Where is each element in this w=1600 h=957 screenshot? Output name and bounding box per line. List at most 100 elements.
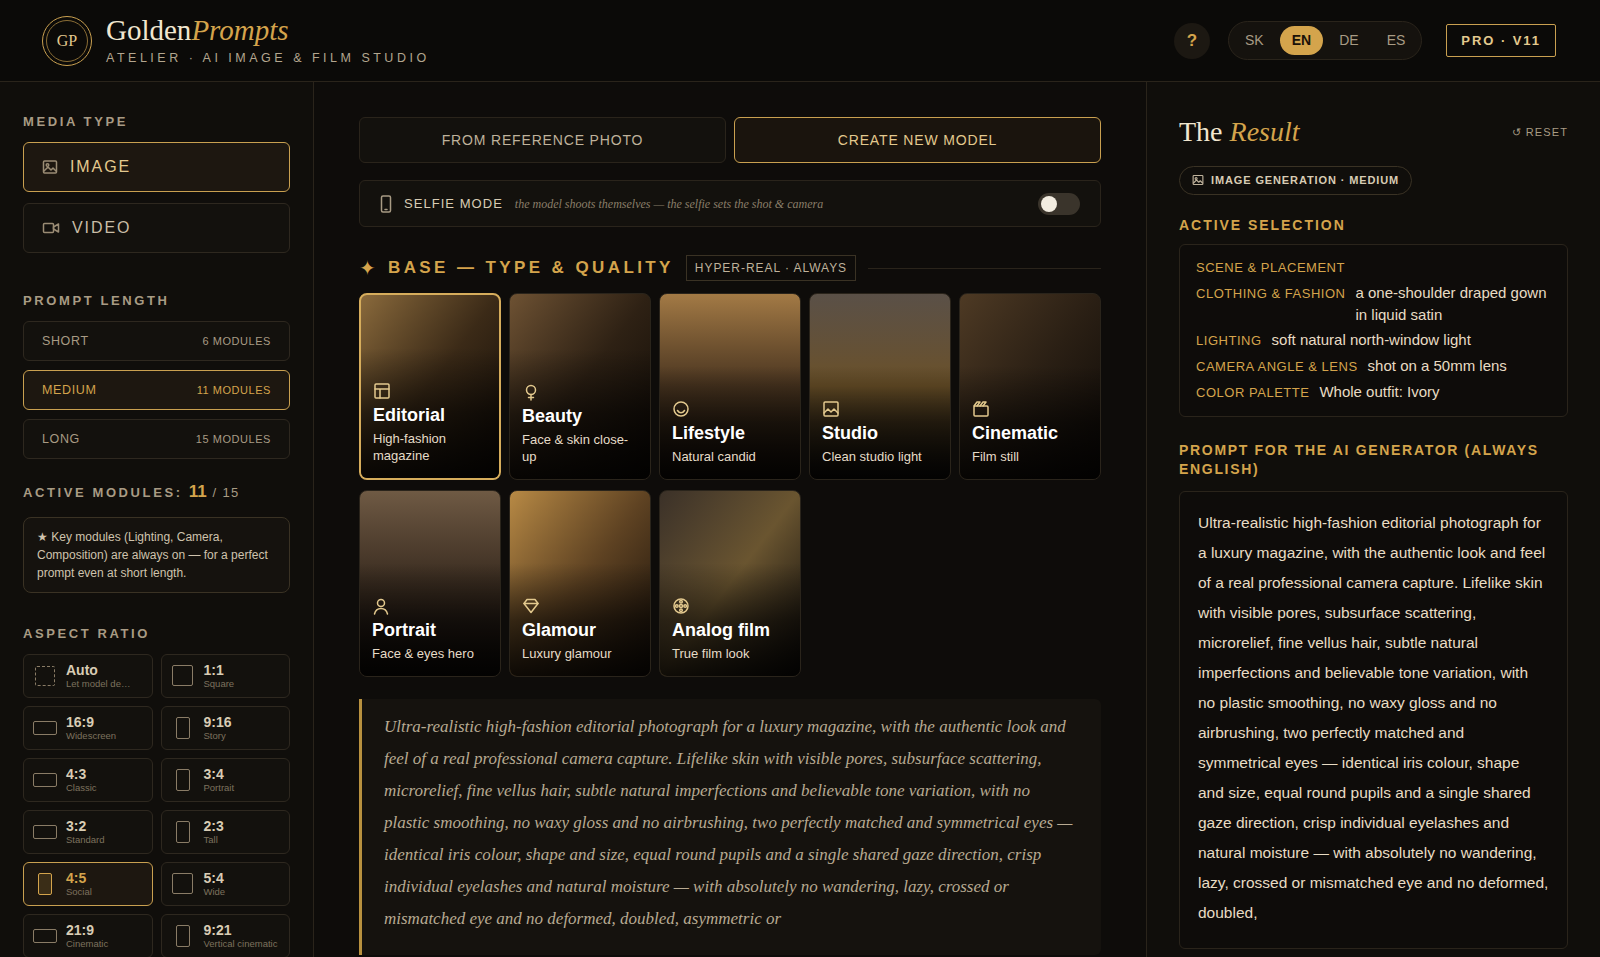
ratio-grid: AutoLet model de…1:1Square 16:9 Widescreen… <box>23 654 290 957</box>
ratio-caption: Story <box>204 731 232 741</box>
style-card[interactable]: LifestyleNatural candid <box>659 293 801 480</box>
result-badge-text: IMAGE GENERATION · MEDIUM <box>1211 172 1399 189</box>
ratio-text: 3:4Portrait <box>204 767 235 793</box>
style-card[interactable]: GlamourLuxury glamour <box>509 490 651 677</box>
section-title: MEDIA TYPE <box>23 115 290 128</box>
result-panel: The Result↺ RESET IMAGE GENERATION · MEDI… <box>1146 82 1600 957</box>
selection-label: COLOR PALETTE <box>1196 382 1309 404</box>
ratio-option[interactable]: AutoLet model de… <box>23 654 153 698</box>
selfie-toggle[interactable] <box>1038 193 1080 215</box>
style-card[interactable]: CinematicFilm still <box>959 293 1101 480</box>
ratio-option[interactable]: 3:2Standard <box>23 810 153 854</box>
style-subtitle: Clean studio light <box>822 448 938 465</box>
ratio-caption: Wide <box>204 887 226 897</box>
style-card-label: CinematicFilm still <box>960 366 1100 479</box>
ratio-value: 4:5 <box>66 871 92 885</box>
language-option[interactable]: EN <box>1280 26 1323 55</box>
brand-main: Golden <box>106 14 191 46</box>
ratio-shape-icon <box>176 769 190 791</box>
selection-value: a one-shoulder draped gown in liquid sat… <box>1356 282 1552 326</box>
ratio-option[interactable]: 5:4Wide <box>161 862 291 906</box>
selection-row: SCENE & PLACEMENT <box>1196 257 1551 279</box>
active-modules-count: 11 <box>189 479 207 505</box>
ratio-icon <box>170 664 196 688</box>
style-card-label: EditorialHigh-fashion magazine <box>361 348 499 478</box>
language-option[interactable]: SK <box>1233 26 1276 55</box>
mode-tab[interactable]: CREATE NEW MODEL <box>734 117 1101 163</box>
style-subtitle: High-fashion magazine <box>373 430 487 464</box>
ratio-caption: Standard <box>66 835 105 845</box>
length-option[interactable]: LONG15 MODULES <box>23 419 290 459</box>
ratio-caption: Social <box>66 887 92 897</box>
style-card[interactable]: PortraitFace & eyes hero <box>359 490 501 677</box>
style-title: Analog film <box>672 619 788 641</box>
selection-box: SCENE & PLACEMENT CLOTHING & FASHION a one… <box>1179 244 1568 417</box>
length-option[interactable]: SHORT6 MODULES <box>23 321 290 361</box>
style-card[interactable]: BeautyFace & skin close-up <box>509 293 651 480</box>
ratio-value: 2:3 <box>204 819 224 833</box>
ratio-text: 3:2Standard <box>66 819 105 845</box>
selfie-bar: SELFIE MODEthe model shoots themselves —… <box>359 180 1101 227</box>
length-modules: 15 MODULES <box>196 431 271 448</box>
ratio-option[interactable]: 4:5 Social <box>23 862 153 906</box>
result-title-main: The <box>1179 116 1223 147</box>
media-list: IMAGE VIDEO <box>23 142 290 253</box>
help-button[interactable]: ? <box>1174 23 1210 59</box>
ratio-option[interactable]: 2:3Tall <box>161 810 291 854</box>
style-subtitle: Natural candid <box>672 448 788 465</box>
ratio-option[interactable]: 4:3Classic <box>23 758 153 802</box>
media-option[interactable]: IMAGE <box>23 142 290 192</box>
style-card[interactable]: EditorialHigh-fashion magazine <box>359 293 501 480</box>
ratio-option[interactable]: 3:4Portrait <box>161 758 291 802</box>
style-card[interactable]: StudioClean studio light <box>809 293 951 480</box>
ratio-shape-icon <box>35 666 55 686</box>
ratio-caption: Cinematic <box>66 939 108 949</box>
glamour-icon <box>522 597 638 615</box>
ratio-text: 21:9 Cinematic <box>66 923 108 949</box>
plan-button[interactable]: PRO · V11 <box>1446 24 1556 58</box>
section-title: PROMPT FOR THE AI GENERATOR (ALWAYS ENGL… <box>1179 441 1568 479</box>
mode-tab[interactable]: FROM REFERENCE PHOTO <box>359 117 726 163</box>
section-title: BASE — TYPE & QUALITY <box>388 255 674 281</box>
ratio-shape-icon <box>172 665 193 686</box>
ratio-option[interactable]: 16:9 Widescreen <box>23 706 153 750</box>
selection-label: CLOTHING & FASHION <box>1196 283 1346 305</box>
ratio-shape-icon <box>176 925 190 947</box>
media-option[interactable]: VIDEO <box>23 203 290 253</box>
ratio-shape-icon <box>33 825 57 839</box>
ratio-caption: Classic <box>66 783 97 793</box>
active-modules-label: ACTIVE MODULES: <box>23 483 183 503</box>
ratio-shape-icon <box>172 873 193 894</box>
length-option[interactable]: MEDIUM11 MODULES <box>23 370 290 410</box>
brand-name: GoldenPrompts <box>106 16 430 45</box>
selection-value: shot on a 50mm lens <box>1368 355 1507 377</box>
ratio-option[interactable]: 9:16Story <box>161 706 291 750</box>
ratio-text: 2:3Tall <box>204 819 224 845</box>
generated-prompt: Ultra-realistic high-fashion editorial p… <box>1179 491 1568 949</box>
ratio-caption: Widescreen <box>66 731 116 741</box>
ratio-icon <box>32 820 58 844</box>
ratio-option[interactable]: 21:9 Cinematic <box>23 914 153 957</box>
ratio-value: 16:9 <box>66 715 116 729</box>
style-card[interactable]: Analog filmTrue film look <box>659 490 801 677</box>
reset-button[interactable]: ↺ RESET <box>1512 124 1568 141</box>
analog-icon <box>672 597 788 615</box>
section-title: ACTIVE SELECTION <box>1179 215 1568 236</box>
ratio-text: 9:16Story <box>204 715 232 741</box>
ratio-option[interactable]: 1:1Square <box>161 654 291 698</box>
language-option[interactable]: ES <box>1375 26 1418 55</box>
section-title: ASPECT RATIO <box>23 627 290 640</box>
ratio-icon <box>32 716 58 740</box>
header-actions: ? SKENDEES PRO · V11 <box>1174 21 1556 60</box>
ratio-icon <box>32 664 58 688</box>
ratio-option[interactable]: 9:21Vertical cinematic <box>161 914 291 957</box>
ratio-icon <box>32 924 58 948</box>
ratio-value: 21:9 <box>66 923 108 937</box>
logo-ring: GP <box>46 20 88 62</box>
ratio-shape-icon <box>176 821 190 843</box>
selection-row: CLOTHING & FASHION a one-shoulder draped … <box>1196 282 1551 326</box>
result-header: The Result↺ RESET <box>1179 118 1568 146</box>
language-option[interactable]: DE <box>1327 26 1370 55</box>
selection-row: COLOR PALETTEWhole outfit: Ivory <box>1196 381 1551 404</box>
ratio-text: 4:3Classic <box>66 767 97 793</box>
